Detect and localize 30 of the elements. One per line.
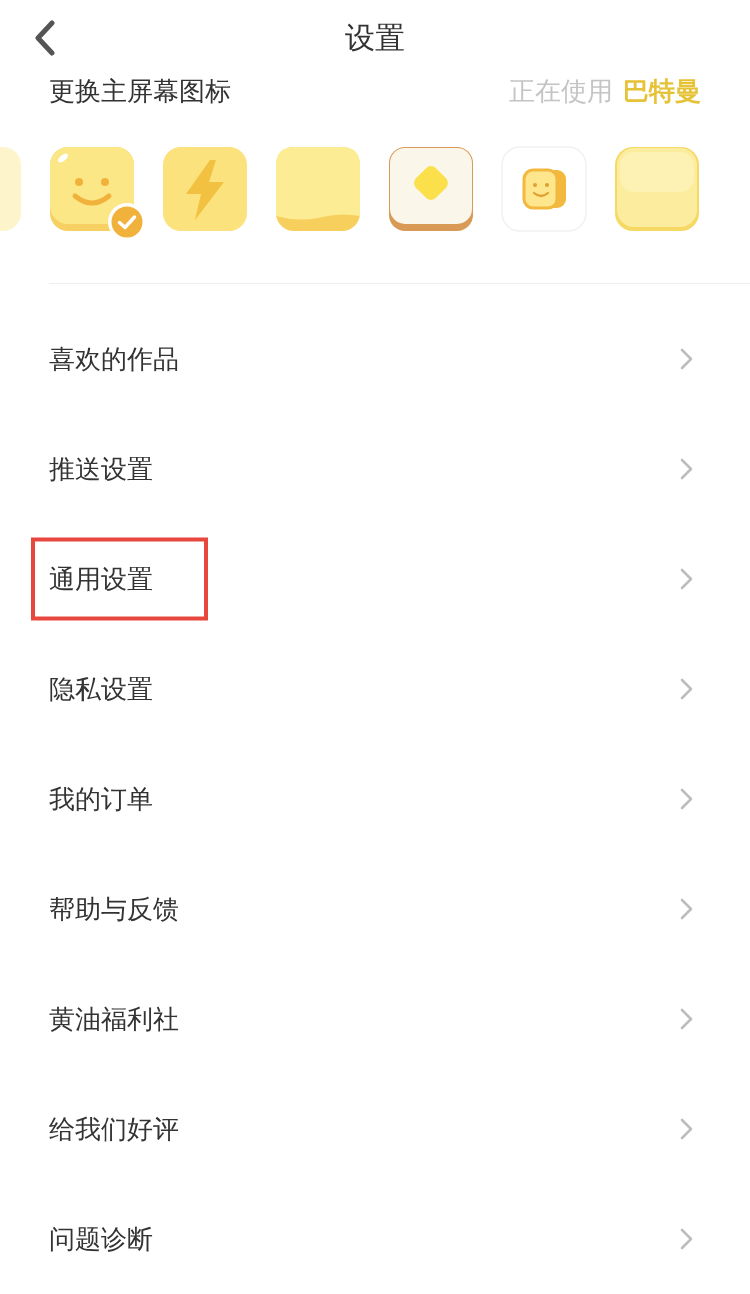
menu-item-label[interactable]: 黄油福利社 bbox=[49, 1006, 179, 1032]
menu-item-label[interactable]: 给我们好评 bbox=[49, 1116, 179, 1142]
chevron-right-icon bbox=[680, 678, 694, 700]
current-icon-name: 巴特曼 bbox=[623, 77, 701, 104]
chevron-right-icon bbox=[680, 788, 694, 810]
back-chevron-icon bbox=[34, 20, 56, 57]
chevron-right-icon bbox=[680, 898, 694, 920]
chevron-right-icon bbox=[680, 458, 694, 480]
menu-item-label[interactable]: 帮助与反馈 bbox=[49, 896, 179, 922]
menu-item-label[interactable]: 隐私设置 bbox=[49, 676, 153, 702]
chevron-right-icon bbox=[680, 1008, 694, 1030]
sticker-tile-icon[interactable] bbox=[501, 146, 587, 233]
lightning-tile-icon[interactable] bbox=[162, 146, 248, 233]
chevron-right-icon bbox=[680, 348, 694, 370]
status-label: 正在使用 bbox=[509, 77, 613, 104]
chevron-right-icon bbox=[680, 568, 694, 590]
smiley-tile-icon[interactable] bbox=[49, 146, 135, 233]
chevron-right-icon bbox=[680, 1228, 694, 1250]
menu-item-label[interactable]: 我的订单 bbox=[49, 786, 153, 812]
menu-item-label[interactable]: 推送设置 bbox=[49, 456, 153, 482]
tile-icon[interactable] bbox=[0, 146, 22, 233]
menu-item-label[interactable]: 喜欢的作品 bbox=[49, 346, 179, 372]
toast-tile-icon[interactable] bbox=[388, 146, 474, 233]
menu-item-label[interactable]: 问题诊断 bbox=[49, 1226, 153, 1252]
plain-tile-icon[interactable] bbox=[275, 146, 361, 233]
menu-item-label[interactable]: 通用设置 bbox=[49, 566, 153, 592]
butter-tile-icon[interactable] bbox=[614, 146, 700, 233]
chevron-right-icon bbox=[680, 1118, 694, 1140]
section-title: 更换主屏幕图标 bbox=[49, 77, 231, 104]
page-title: 设置 bbox=[345, 23, 405, 54]
